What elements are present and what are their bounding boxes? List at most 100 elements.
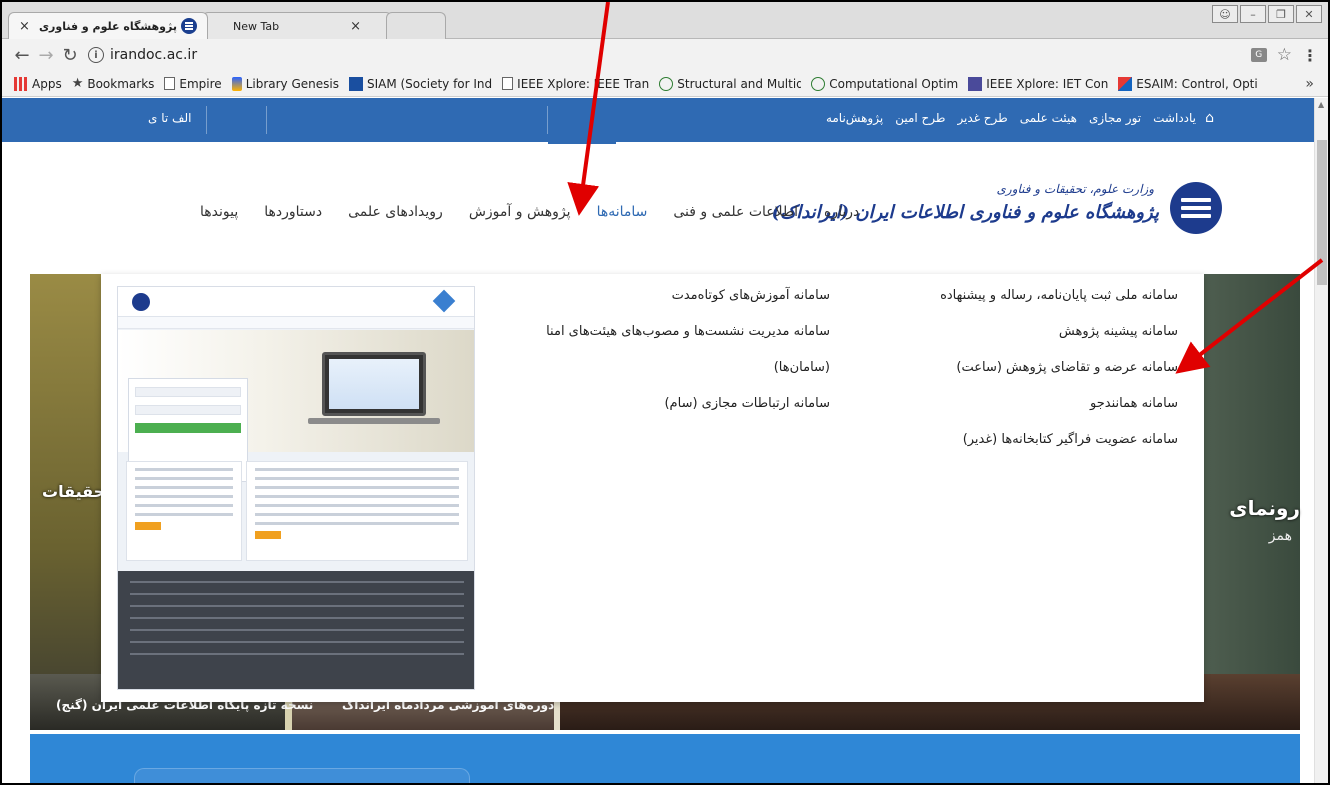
browser-toolbar: ← → ↻ i irandoc.ac.ir G ☆ ⋮ bbox=[2, 39, 1328, 71]
bookmark-apps[interactable]: Apps bbox=[14, 76, 62, 91]
more-bookmarks-icon[interactable]: » bbox=[1305, 76, 1314, 92]
preview-hero bbox=[118, 330, 474, 482]
menu-research-education[interactable]: پژوهش و آموزش bbox=[469, 204, 571, 220]
bookmark-libgen[interactable]: Library Genesis bbox=[231, 76, 339, 91]
dropdown-item[interactable]: سامانه پیشینه پژوهش bbox=[1059, 322, 1178, 358]
browser-tab-irandoc[interactable]: × پژوهشگاه علوم و فناوری اطلاعا bbox=[8, 12, 208, 39]
top-link-virtual-tour[interactable]: تور مجازی bbox=[1089, 111, 1141, 125]
dropdown-item[interactable]: (سامان‌ها) bbox=[774, 358, 830, 394]
bookmark-label: Apps bbox=[32, 76, 62, 91]
bookmark-siam[interactable]: SIAM (Society for Ind bbox=[348, 76, 493, 91]
bookmark-bookmarks[interactable]: ★ Bookmarks bbox=[72, 76, 155, 91]
top-link-journal[interactable]: پژوهش‌نامه bbox=[826, 111, 883, 125]
menu-achievements[interactable]: دستاوردها bbox=[264, 204, 322, 220]
dropdown-item[interactable]: سامانه مدیریت نشست‌ها و مصوب‌های هیئت‌ها… bbox=[546, 322, 830, 358]
hero-side-text: حقیقات bbox=[42, 482, 106, 501]
top-links: یادداشت تور مجازی هیئت علمی طرح غدیر طرح… bbox=[826, 111, 1196, 125]
active-menu-indicator bbox=[548, 142, 616, 144]
tab-close-icon[interactable]: × bbox=[350, 19, 361, 34]
bookmark-label: Structural and Multid bbox=[677, 76, 802, 91]
top-link-faculty[interactable]: هیئت علمی bbox=[1020, 111, 1077, 125]
ieee-icon bbox=[968, 76, 983, 91]
page-scrollbar[interactable]: ▲ bbox=[1314, 98, 1328, 783]
url-text[interactable]: irandoc.ac.ir bbox=[110, 47, 197, 63]
a-to-z-link[interactable]: الف تا ی bbox=[148, 111, 191, 125]
divider bbox=[266, 106, 267, 134]
bookmarks-bar: Apps ★ Bookmarks Empire Library Genesis S… bbox=[2, 71, 1328, 97]
bookmark-label: Computational Optim bbox=[829, 76, 959, 91]
logo-ministry-text: وزارت علوم، تحقیقات و فناوری bbox=[996, 182, 1155, 196]
dropdown-item[interactable]: سامانه همانندجو bbox=[1090, 394, 1178, 430]
bookmark-label: IEEE Xplore: IEEE Tran bbox=[517, 76, 650, 91]
menu-about[interactable]: درباره bbox=[824, 204, 859, 220]
springer-icon bbox=[811, 76, 826, 91]
menu-scientific-info[interactable]: اطلاعات علمی و فنی bbox=[673, 204, 798, 220]
blue-section-card bbox=[134, 768, 470, 783]
menu-links[interactable]: پیوندها bbox=[200, 204, 238, 220]
star-icon: ★ bbox=[71, 76, 84, 91]
divider bbox=[206, 106, 207, 134]
page-icon bbox=[502, 77, 514, 90]
bookmark-esaim[interactable]: ESAIM: Control, Opti bbox=[1118, 76, 1258, 91]
menu-events[interactable]: رویدادهای علمی bbox=[348, 204, 443, 220]
dropdown-item[interactable]: سامانه ارتباطات مجازی (سام) bbox=[664, 394, 830, 430]
main-menu: درباره اطلاعات علمی و فنی سامانه‌ها پژوه… bbox=[174, 204, 859, 220]
close-window-icon[interactable]: ✕ bbox=[1296, 5, 1322, 23]
back-arrow-icon[interactable]: ← bbox=[10, 45, 34, 66]
preview-about-box bbox=[246, 461, 468, 561]
preview-laptop-base bbox=[308, 418, 440, 424]
esaim-icon bbox=[1118, 76, 1133, 91]
bookmark-ieee-tran[interactable]: IEEE Xplore: IEEE Tran bbox=[502, 77, 649, 91]
tab-close-icon[interactable]: × bbox=[19, 19, 30, 34]
top-link-amin[interactable]: طرح امین bbox=[895, 111, 945, 125]
springer-icon bbox=[659, 76, 674, 91]
dropdown-item[interactable]: سامانه عرضه و تقاضای پژوهش (ساعت) bbox=[956, 358, 1178, 394]
system-preview-thumbnail[interactable] bbox=[117, 286, 475, 690]
restore-window-icon[interactable]: ❐ bbox=[1268, 5, 1294, 23]
main-navigation: وزارت علوم، تحقیقات و فناوری پژوهشگاه عل… bbox=[2, 142, 1314, 272]
hero-right-subtext: همز bbox=[1268, 528, 1292, 544]
new-tab-button[interactable] bbox=[386, 12, 446, 39]
divider bbox=[547, 106, 548, 134]
user-profile-icon[interactable]: ☺ bbox=[1212, 5, 1238, 23]
tab-title: پژوهشگاه علوم و فناوری اطلاعا bbox=[36, 19, 177, 33]
dropdown-item[interactable]: سامانه ملی ثبت پایان‌نامه، رساله و پیشنه… bbox=[940, 286, 1178, 322]
page-viewport: ⌂ یادداشت تور مجازی هیئت علمی طرح غدیر ط… bbox=[2, 98, 1314, 783]
library-icon bbox=[231, 76, 242, 91]
home-icon[interactable]: ⌂ bbox=[1205, 110, 1214, 126]
bookmark-label: SIAM (Society for Ind bbox=[366, 76, 493, 91]
irandoc-logo-icon[interactable] bbox=[1170, 182, 1222, 234]
menu-systems[interactable]: سامانه‌ها bbox=[597, 204, 648, 220]
scroll-up-icon[interactable]: ▲ bbox=[1318, 100, 1324, 109]
browser-tab-newtab[interactable]: New Tab × bbox=[202, 12, 392, 39]
systems-dropdown-menu: سامانه ملی ثبت پایان‌نامه، رساله و پیشنه… bbox=[101, 274, 1204, 702]
siam-icon bbox=[348, 76, 363, 91]
apps-grid-icon bbox=[14, 76, 28, 91]
bookmark-computational[interactable]: Computational Optim bbox=[811, 76, 959, 91]
tab-title: New Tab bbox=[233, 19, 280, 33]
top-link-notes[interactable]: یادداشت bbox=[1153, 111, 1196, 125]
preview-diamond-icon bbox=[432, 289, 456, 313]
bookmark-label: Empire bbox=[179, 76, 222, 91]
minimize-window-icon[interactable]: – bbox=[1240, 5, 1266, 23]
blue-section bbox=[30, 734, 1300, 783]
bookmark-star-icon[interactable]: ☆ bbox=[1277, 45, 1292, 65]
site-top-bar: ⌂ یادداشت تور مجازی هیئت علمی طرح غدیر ط… bbox=[2, 98, 1314, 142]
browser-menu-icon[interactable]: ⋮ bbox=[1302, 46, 1318, 65]
site-info-icon[interactable]: i bbox=[88, 47, 104, 63]
bookmark-label: Library Genesis bbox=[245, 76, 339, 91]
reload-icon[interactable]: ↻ bbox=[58, 45, 82, 66]
address-bar[interactable]: i irandoc.ac.ir bbox=[88, 43, 1251, 67]
translate-icon[interactable]: G bbox=[1250, 48, 1267, 62]
bookmark-empire[interactable]: Empire bbox=[164, 76, 222, 91]
bookmark-label: ESAIM: Control, Opti bbox=[1136, 76, 1258, 91]
top-link-ghadir[interactable]: طرح غدیر bbox=[957, 111, 1007, 125]
bookmark-structural[interactable]: Structural and Multid bbox=[659, 76, 802, 91]
preview-news-box bbox=[126, 461, 242, 561]
scrollbar-thumb[interactable] bbox=[1317, 140, 1327, 285]
dropdown-item[interactable]: سامانه آموزش‌های کوتاه‌مدت bbox=[672, 286, 830, 322]
bookmark-ieee-iet[interactable]: IEEE Xplore: IET Cont bbox=[968, 76, 1108, 91]
hero-left-image bbox=[30, 274, 102, 730]
forward-arrow-icon[interactable]: → bbox=[34, 45, 58, 66]
dropdown-item[interactable]: سامانه عضویت فراگیر کتابخانه‌ها (غدیر) bbox=[963, 430, 1178, 466]
